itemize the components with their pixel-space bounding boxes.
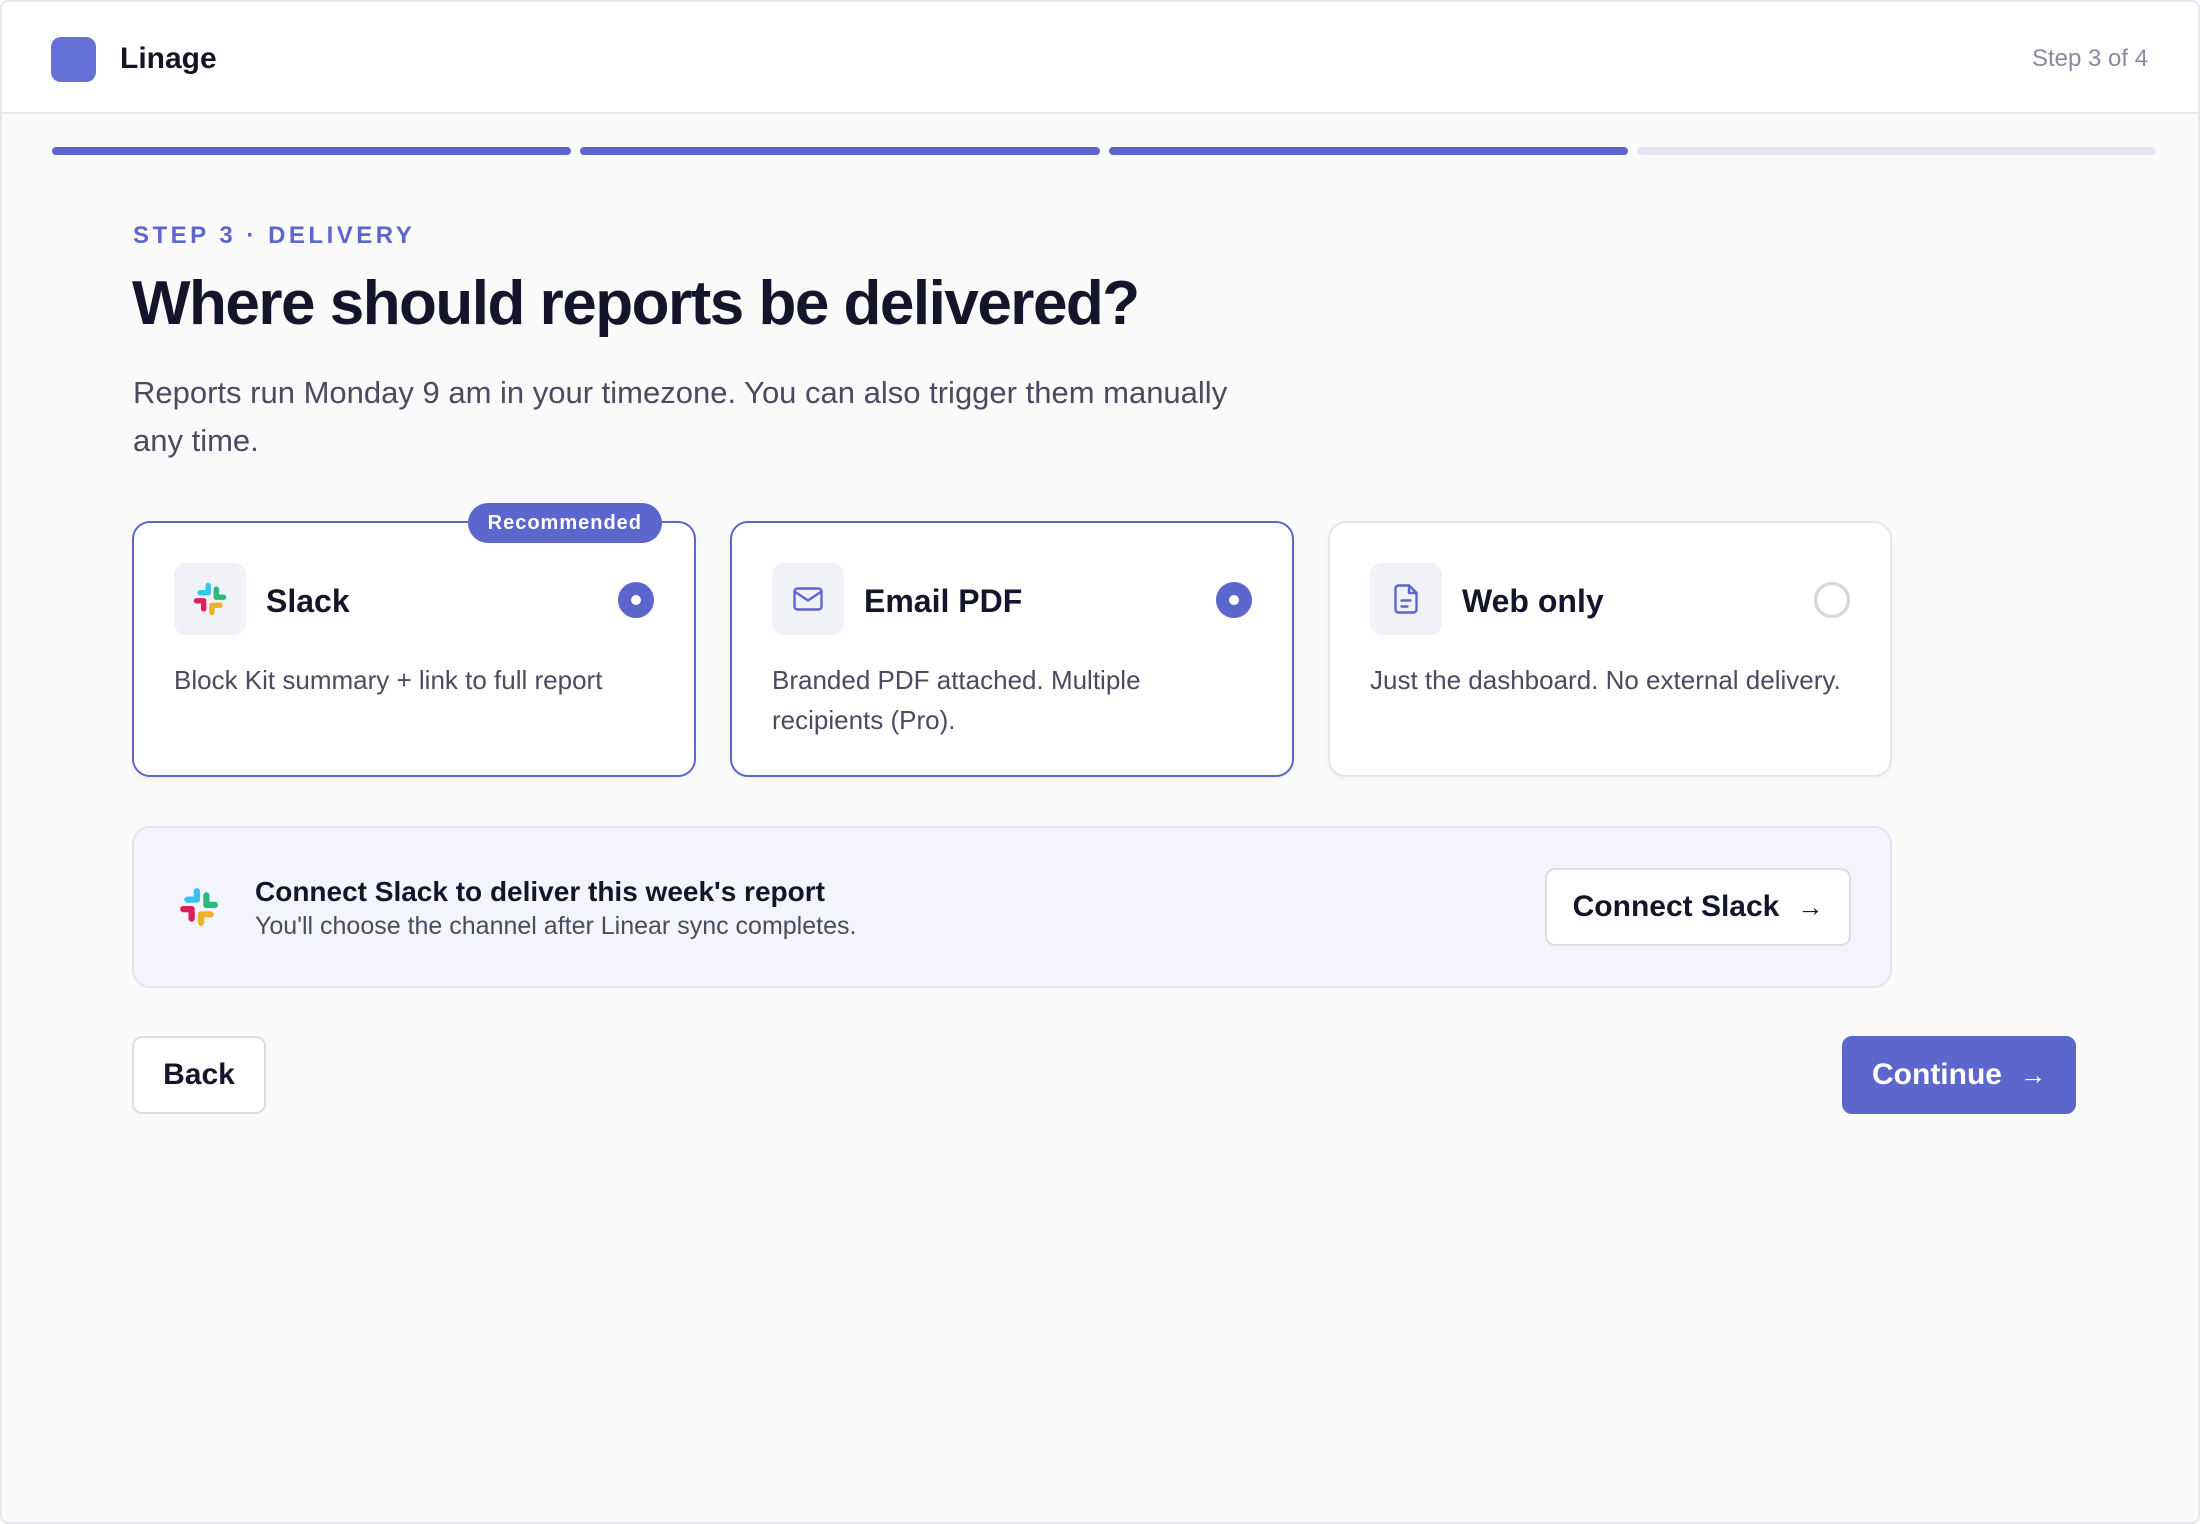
option-radio-slack[interactable] bbox=[618, 582, 654, 618]
page-title: Where should reports be delivered? bbox=[132, 269, 1140, 338]
option-name: Web only bbox=[1462, 583, 1604, 619]
continue-label: Continue bbox=[1872, 1058, 2002, 1091]
notice-title: Connect Slack to deliver this week's rep… bbox=[255, 876, 825, 907]
option-name: Slack bbox=[266, 583, 350, 619]
document-icon bbox=[1394, 584, 1418, 614]
back-label: Back bbox=[163, 1058, 235, 1091]
progress-bar bbox=[52, 147, 2156, 155]
page-subtitle: Reports run Monday 9 am in your timezone… bbox=[133, 375, 1228, 458]
connect-slack-label: Connect Slack bbox=[1572, 890, 1780, 923]
option-radio-web-only[interactable] bbox=[1814, 582, 1850, 618]
back-button[interactable]: Back bbox=[132, 1036, 266, 1114]
option-description: Branded PDF attached. Multiple recipient… bbox=[772, 665, 1141, 735]
slack-icon-tile bbox=[174, 563, 246, 635]
option-card-web-only[interactable]: Web only Just the dashboard. No external… bbox=[1328, 521, 1892, 777]
step-eyebrow: STEP 3 · DELIVERY bbox=[133, 222, 416, 249]
document-icon-tile bbox=[1370, 563, 1442, 635]
progress-segment-2 bbox=[580, 147, 1100, 155]
mail-icon bbox=[793, 587, 823, 611]
option-card-slack[interactable]: Recommended Slack Block Kit summary + li… bbox=[132, 503, 696, 777]
connect-slack-button[interactable]: Connect Slack → bbox=[1545, 868, 1851, 946]
option-description: Block Kit summary + link to full report bbox=[174, 665, 603, 695]
notice-body: You'll choose the channel after Linear s… bbox=[255, 912, 857, 940]
mail-icon-tile bbox=[772, 563, 844, 635]
recommended-badge: Recommended bbox=[467, 503, 662, 543]
brand-name: Linage bbox=[120, 42, 217, 75]
arrow-right-icon: → bbox=[1797, 891, 1824, 922]
option-radio-email-pdf[interactable] bbox=[1216, 582, 1252, 618]
slack-icon bbox=[180, 888, 218, 926]
progress-segment-1 bbox=[52, 147, 572, 155]
progress-segment-4 bbox=[1636, 147, 2156, 155]
option-card-email-pdf[interactable]: Email PDF Branded PDF attached. Multiple… bbox=[730, 521, 1294, 777]
progress-segment-3 bbox=[1108, 147, 1628, 155]
app-window: Linage Step 3 of 4 STEP 3 · DELIVERY Whe… bbox=[0, 0, 2200, 1524]
connect-slack-notice: Connect Slack to deliver this week's rep… bbox=[132, 826, 1892, 988]
step-counter: Step 3 of 4 bbox=[2032, 45, 2149, 72]
option-name: Email PDF bbox=[864, 583, 1023, 619]
arrow-right-icon: → bbox=[2019, 1059, 2046, 1090]
top-bar: Linage Step 3 of 4 bbox=[2, 2, 2198, 114]
slack-icon bbox=[193, 582, 227, 616]
logo-icon bbox=[51, 37, 96, 82]
option-description: Just the dashboard. No external delivery… bbox=[1370, 665, 1841, 695]
continue-button[interactable]: Continue → bbox=[1842, 1036, 2076, 1114]
